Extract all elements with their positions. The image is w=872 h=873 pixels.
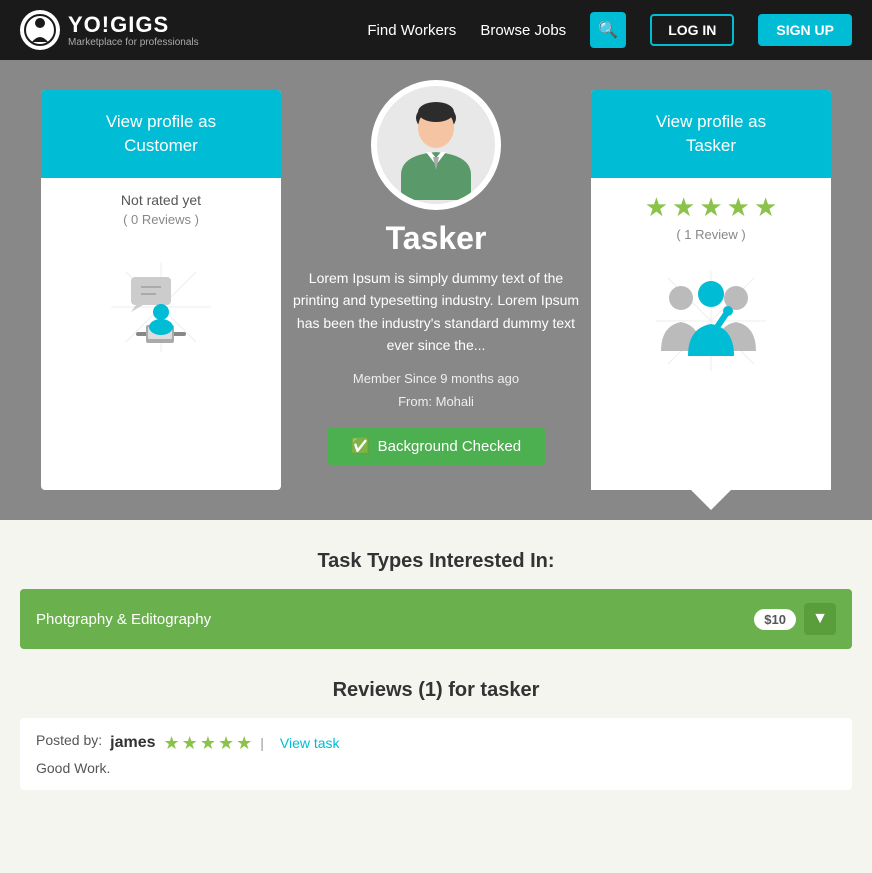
customer-desk-icon bbox=[101, 257, 221, 357]
customer-rating-text: Not rated yet bbox=[121, 192, 201, 208]
review-separator: | bbox=[260, 735, 264, 751]
view-as-tasker-button[interactable]: View profile asTasker bbox=[591, 90, 831, 178]
checkmark-icon: ✅ bbox=[351, 437, 370, 455]
from-text: From: Mohali bbox=[398, 394, 474, 409]
member-since-text: Member Since 9 months ago bbox=[353, 371, 519, 386]
tasker-avatar bbox=[381, 90, 491, 200]
tasker-group-icon bbox=[646, 266, 776, 376]
review-star-5: ★ bbox=[236, 733, 252, 754]
review-star-1: ★ bbox=[164, 733, 180, 754]
customer-profile-card: View profile asCustomer Not rated yet ( … bbox=[41, 90, 281, 490]
review-item: Posted by: james ★ ★ ★ ★ ★ | View task G… bbox=[20, 718, 852, 790]
find-workers-link[interactable]: Find Workers bbox=[367, 22, 456, 39]
avatar-circle bbox=[371, 80, 501, 210]
search-button[interactable]: 🔍 bbox=[590, 12, 626, 48]
tasker-reviews-count: ( 1 Review ) bbox=[676, 227, 745, 242]
task-type-bar: Photgraphy & Editography $10 ▼ bbox=[20, 589, 852, 649]
logo-area: YO!GIGS Marketplace for professionals bbox=[20, 10, 199, 50]
chevron-down-icon: ▼ bbox=[812, 610, 828, 628]
tasker-stars-row: ★ ★ ★ ★ ★ bbox=[645, 192, 778, 223]
tasker-description: Lorem Ipsum is simply dummy text of the … bbox=[291, 267, 581, 357]
review-posted-by-label: Posted by: bbox=[36, 732, 102, 748]
task-type-right: $10 ▼ bbox=[754, 603, 836, 635]
task-types-title: Task Types Interested In: bbox=[20, 550, 852, 573]
signup-button[interactable]: SIGN UP bbox=[758, 14, 852, 46]
review-star-3: ★ bbox=[200, 733, 216, 754]
background-checked-label: Background Checked bbox=[378, 438, 521, 455]
customer-reviews-count: ( 0 Reviews ) bbox=[123, 212, 199, 227]
review-stars: ★ ★ ★ ★ ★ bbox=[164, 733, 253, 754]
search-icon: 🔍 bbox=[598, 20, 618, 40]
member-info: Member Since 9 months ago From: Mohali bbox=[353, 367, 519, 414]
star-3: ★ bbox=[699, 192, 722, 223]
review-star-4: ★ bbox=[218, 733, 234, 754]
hero-section: View profile asCustomer Not rated yet ( … bbox=[0, 60, 872, 520]
logo-text: YO!GIGS bbox=[68, 12, 169, 37]
review-poster-name: james bbox=[110, 734, 155, 752]
navbar: YO!GIGS Marketplace for professionals Fi… bbox=[0, 0, 872, 60]
logo-sub: Marketplace for professionals bbox=[68, 38, 199, 48]
reviews-title: Reviews (1) for tasker bbox=[20, 679, 852, 702]
view-as-customer-button[interactable]: View profile asCustomer bbox=[41, 90, 281, 178]
task-type-expand-button[interactable]: ▼ bbox=[804, 603, 836, 635]
logo-icon bbox=[20, 10, 60, 50]
star-2: ★ bbox=[672, 192, 695, 223]
star-4: ★ bbox=[727, 192, 750, 223]
browse-jobs-link[interactable]: Browse Jobs bbox=[480, 22, 566, 39]
review-star-2: ★ bbox=[182, 733, 198, 754]
star-1: ★ bbox=[645, 192, 668, 223]
review-comment: Good Work. bbox=[36, 760, 836, 776]
nav-links: Find Workers Browse Jobs 🔍 LOG IN SIGN U… bbox=[367, 12, 852, 48]
review-header: Posted by: james ★ ★ ★ ★ ★ | View task bbox=[36, 732, 836, 754]
task-price-badge: $10 bbox=[754, 609, 796, 630]
main-content: Task Types Interested In: Photgraphy & E… bbox=[0, 520, 872, 820]
background-checked-button[interactable]: ✅ Background Checked bbox=[327, 427, 545, 465]
tasker-icon-area bbox=[646, 266, 776, 376]
task-type-label: Photgraphy & Editography bbox=[36, 611, 211, 628]
tasker-name: Tasker bbox=[386, 220, 487, 257]
center-profile-section: Tasker Lorem Ipsum is simply dummy text … bbox=[281, 80, 591, 465]
login-button[interactable]: LOG IN bbox=[650, 14, 734, 46]
view-task-link[interactable]: View task bbox=[280, 735, 340, 751]
star-5: ★ bbox=[754, 192, 777, 223]
customer-icon-area bbox=[101, 257, 221, 357]
tasker-profile-card: View profile asTasker ★ ★ ★ ★ ★ ( 1 Revi… bbox=[591, 90, 831, 490]
logo-text-area: YO!GIGS Marketplace for professionals bbox=[68, 12, 199, 48]
